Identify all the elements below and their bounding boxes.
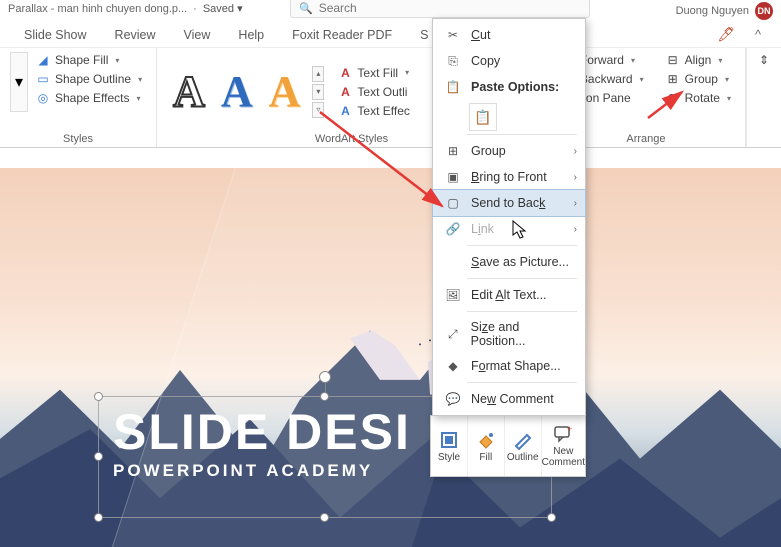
title-bar: Parallax - man hinh chuyen dong.p... · S… [0,0,781,22]
menu-cut[interactable]: ✂ Cut [433,22,585,48]
text-outline-icon: A [338,85,352,99]
tab-foxit[interactable]: Foxit Reader PDF [288,26,396,44]
shape-styles-gallery[interactable]: ▾ [10,52,28,112]
chevron-right-icon: › [574,146,577,157]
style-icon [439,430,459,450]
context-menu: ✂ Cut ⎘ Copy 📋 Paste Options: 📋 ⊞ Group … [432,18,586,416]
shape-fill-button[interactable]: ◢ Shape Fill▾ [32,52,146,68]
rotate-button[interactable]: ⟳ Rotate▾ [662,90,735,106]
mini-style-button[interactable]: Style [431,416,468,476]
mini-fill-button[interactable]: Fill [468,416,505,476]
tab-slide-show[interactable]: Slide Show [20,26,91,44]
resize-handle[interactable] [94,513,103,522]
menu-edit-alt-text[interactable]: 🖼 Edit Alt Text... [433,282,585,308]
paste-icon: 📋 [445,79,461,95]
cut-icon: ✂ [445,27,461,43]
tab-help[interactable]: Help [234,26,268,44]
rotate-icon: ⟳ [666,91,680,105]
chevron-right-icon: › [574,198,577,209]
ribbon: ▾ ◢ Shape Fill▾ ▭ Shape Outline▾ ◎ Shape… [0,48,781,148]
link-icon: 🔗 [445,221,461,237]
mini-new-comment-button[interactable]: + NewComment [542,416,585,476]
shape-outline-button[interactable]: ▭ Shape Outline▾ [32,71,146,87]
saved-status[interactable]: Saved ▾ [203,2,243,15]
menu-send-to-back[interactable]: ▢ Send to Back › [432,189,586,217]
size-position-icon: ⤢ [445,326,461,342]
text-fill-icon: A [338,66,352,80]
menu-group[interactable]: ⊞ Group › [433,138,585,164]
copy-icon: ⎘ [445,53,461,69]
size-height[interactable]: ⇕ [753,52,775,68]
wordart-style-1[interactable]: A [167,70,211,114]
format-shape-icon: ◆ [445,358,461,374]
wordart-style-3[interactable]: A [263,70,307,114]
user-name[interactable]: Duong Nguyen [676,5,749,17]
group-button[interactable]: ⊞ Group▾ [662,71,735,87]
paste-option-keep-source[interactable]: 📋 [469,103,497,131]
group-icon: ⊞ [445,143,461,159]
send-back-icon: ▢ [445,195,461,211]
tab-review[interactable]: Review [111,26,160,44]
wordart-style-2[interactable]: A [215,70,259,114]
outline-icon [513,430,533,450]
group-label-styles: Styles [10,131,146,145]
wordart-gallery-up[interactable]: ▴ [312,66,324,82]
text-effects-button[interactable]: A Text Effec [334,103,413,119]
resize-handle[interactable] [94,392,103,401]
alt-text-icon: 🖼 [445,287,461,303]
menu-copy[interactable]: ⎘ Copy [433,48,585,74]
menu-size-position[interactable]: ⤢ Size and Position... [433,315,585,353]
rotate-handle[interactable] [319,371,331,383]
menu-paste-options-header: 📋 Paste Options: [433,74,585,100]
bucket-icon: ◢ [36,53,50,67]
chevron-right-icon: › [574,224,577,235]
effects-icon: ◎ [36,91,50,105]
text-effects-icon: A [338,104,352,118]
menu-format-shape[interactable]: ◆ Format Shape... [433,353,585,379]
fill-icon [476,430,496,450]
resize-handle[interactable] [547,513,556,522]
align-button[interactable]: ⊟ Align▾ [662,52,735,68]
ribbon-tabs: Slide Show Review View Help Foxit Reader… [0,22,781,48]
group-icon: ⊞ [666,72,680,86]
group-shape-styles: ▾ ◢ Shape Fill▾ ▭ Shape Outline▾ ◎ Shape… [0,48,157,147]
svg-text:+: + [567,424,572,434]
mini-outline-button[interactable]: Outline [505,416,542,476]
pen-outline-icon: ▭ [36,72,50,86]
search-icon: 🔍 [299,2,313,15]
new-comment-icon: + [553,424,573,444]
tab-shape-format[interactable]: S [416,26,432,44]
resize-handle[interactable] [94,452,103,461]
comment-icon: 💬 [445,391,461,407]
align-icon: ⊟ [666,53,680,67]
resize-handle[interactable] [320,513,329,522]
wordart-gallery-more[interactable]: ▿ [312,102,324,118]
text-outline-button[interactable]: A Text Outli [334,84,413,100]
slide-canvas[interactable]: SLIDE DESI POWERPOINT ACADEMY [0,168,781,547]
avatar[interactable]: DN [755,2,773,20]
chevron-right-icon: › [574,172,577,183]
bring-front-icon: ▣ [445,169,461,185]
menu-save-as-picture[interactable]: Save as Picture... [433,249,585,275]
mini-toolbar: Style Fill Outline + NewComment [430,415,586,477]
search-box[interactable]: 🔍 [290,0,590,18]
share-icon[interactable]: 🖊 [717,26,735,43]
menu-bring-to-front[interactable]: ▣ Bring to Front › [433,164,585,190]
search-input[interactable] [319,1,581,15]
menu-new-comment[interactable]: 💬 New Comment [433,386,585,412]
resize-handle[interactable] [320,392,329,401]
tab-view[interactable]: View [180,26,215,44]
file-name: Parallax - man hinh chuyen dong.p... [8,3,187,15]
menu-link: 🔗 Link › [433,216,585,242]
shape-effects-button[interactable]: ◎ Shape Effects▾ [32,90,146,106]
text-fill-button[interactable]: A Text Fill▾ [334,65,413,81]
collapse-ribbon-icon[interactable]: ^ [755,28,761,42]
group-size: ⇕ [746,48,781,147]
wordart-gallery-down[interactable]: ▾ [312,84,324,100]
